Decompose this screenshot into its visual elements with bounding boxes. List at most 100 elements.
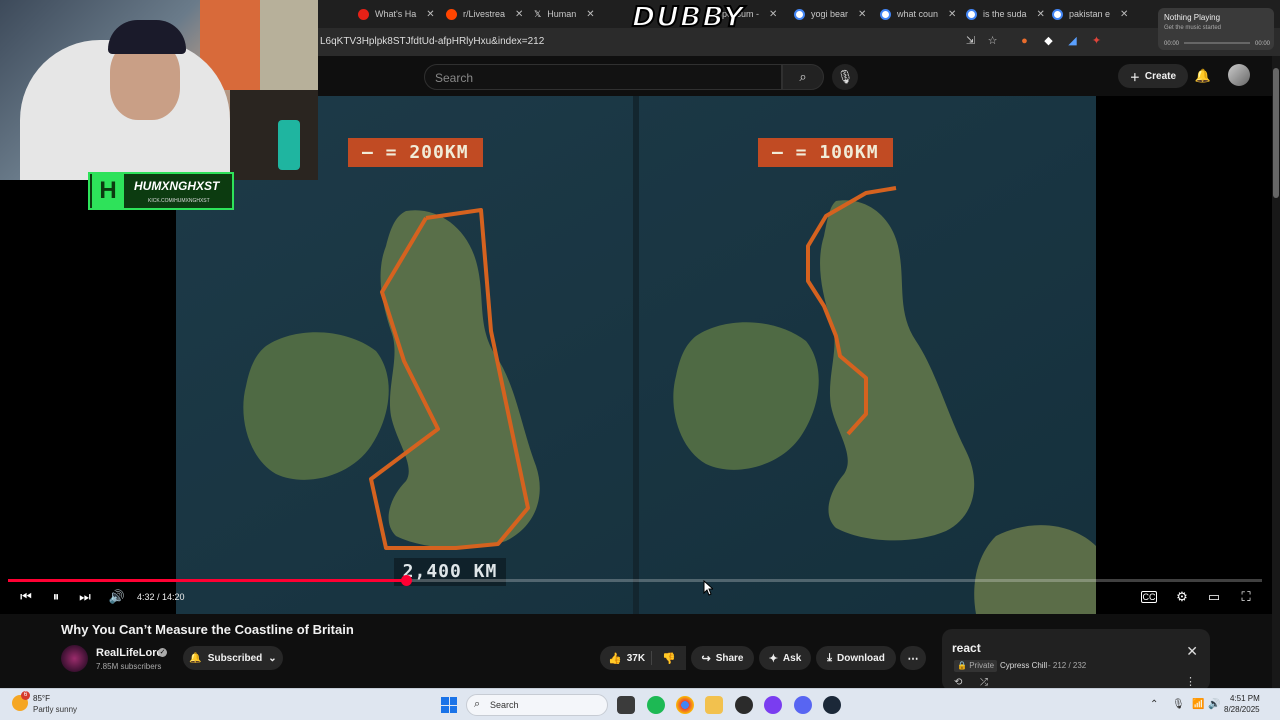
fullscreen-icon[interactable]: ⛶ <box>1237 588 1255 606</box>
scrollbar-thumb[interactable] <box>1273 68 1279 198</box>
windows-taskbar: 6 85°F Partly sunny ⌕ Search ⌃ 🎙 📶 🔊 4:5… <box>0 688 1280 720</box>
wifi-icon[interactable]: 📶 <box>1192 699 1204 710</box>
close-icon[interactable]: ✕ <box>586 9 594 20</box>
browser-tab[interactable]: is the suda ✕ <box>966 4 1050 24</box>
google-icon <box>966 8 977 20</box>
search-input[interactable]: Search <box>424 64 782 90</box>
page-scrollbar[interactable] <box>1272 56 1280 688</box>
captions-icon[interactable]: CC <box>1141 591 1157 603</box>
weather-description[interactable]: Partly sunny <box>33 705 77 714</box>
sparkle-icon: ✦ <box>768 652 778 665</box>
file-explorer-icon[interactable] <box>705 696 723 714</box>
ask-label: Ask <box>782 652 802 664</box>
browser-tab[interactable]: yogi bear ✕ <box>794 4 876 24</box>
playlist-title[interactable]: react <box>952 641 981 655</box>
task-view-icon[interactable] <box>617 696 635 714</box>
ask-button[interactable]: ✦ Ask <box>759 646 811 670</box>
chrome-icon[interactable] <box>676 696 694 714</box>
close-icon[interactable]: ✕ <box>1120 9 1128 20</box>
browser-tab[interactable]: what coun ✕ <box>880 4 966 24</box>
clock-time[interactable]: 4:51 PM <box>1230 694 1260 703</box>
dislike-button[interactable]: 👎 <box>652 646 686 670</box>
scrubber-handle[interactable] <box>400 575 412 586</box>
streamer-webcam <box>0 0 318 180</box>
shuffle-icon[interactable]: ⤮ <box>980 677 988 688</box>
close-icon[interactable]: ✕ <box>1037 9 1045 20</box>
extension-icon[interactable]: ◢ <box>1066 35 1079 48</box>
close-icon[interactable]: ✕ <box>1186 643 1198 660</box>
volume-icon[interactable]: 🔊 <box>1208 699 1220 710</box>
media-widget[interactable]: Nothing Playing Get the music started 00… <box>1158 8 1274 50</box>
more-actions-button[interactable]: ⋯ <box>900 646 926 670</box>
share-button[interactable]: ↪ Share <box>691 646 754 670</box>
kick-logo-icon: H <box>92 174 124 208</box>
volume-icon[interactable]: 🔊 <box>108 588 126 606</box>
url-text[interactable]: L6qKTV3Hplpk8STJfdtUd-afpHRlyHxu&index=2… <box>320 36 544 47</box>
close-icon[interactable]: ✕ <box>948 9 956 20</box>
close-icon[interactable]: ✕ <box>769 9 777 20</box>
pause-icon[interactable]: ⏸ <box>47 588 65 606</box>
address-bar[interactable]: L6qKTV3Hplpk8STJfdtUd-afpHRlyHxu&index=2… <box>318 28 1280 56</box>
browser-tab-bar: What's Ha ✕ r/Livestrea ✕ 𝕏 Human ✕ poss… <box>318 0 1280 28</box>
steam-icon[interactable] <box>823 696 841 714</box>
progress-fill <box>8 579 406 582</box>
close-icon[interactable]: ✕ <box>515 9 523 20</box>
search-icon: ⌕ <box>799 69 807 84</box>
channel-avatar[interactable] <box>61 645 88 672</box>
create-button[interactable]: ＋ Create <box>1118 64 1188 88</box>
privacy-badge: 🔒 Private <box>954 660 998 672</box>
progress-bar[interactable] <box>8 575 1262 586</box>
bookmark-star-icon[interactable]: ☆ <box>986 35 999 48</box>
browser-tab[interactable]: r/Livestrea ✕ <box>446 4 532 24</box>
theater-mode-icon[interactable]: ▭ <box>1205 588 1223 606</box>
microphone-icon[interactable]: 🎙 <box>1172 699 1185 710</box>
account-avatar[interactable] <box>1228 64 1250 86</box>
media-progress-bar[interactable] <box>1184 42 1250 44</box>
channel-name[interactable]: RealLifeLore <box>96 647 163 659</box>
tab-label: what coun <box>897 9 939 19</box>
browser-tab[interactable]: What's Ha ✕ <box>358 4 438 24</box>
taskbar-search-label: Search <box>490 700 519 710</box>
tab-label: Human <box>547 9 577 19</box>
more-vertical-icon[interactable]: ⋮ <box>1185 675 1196 688</box>
playlist-owner[interactable]: Cypress Chill <box>1000 661 1047 670</box>
tray-chevron-up-icon[interactable]: ⌃ <box>1150 699 1158 710</box>
app-icon[interactable] <box>764 696 782 714</box>
extension-icon[interactable]: ✦ <box>1090 35 1103 48</box>
notifications-bell-icon[interactable]: 🔔 <box>1193 66 1213 86</box>
voice-search-button[interactable]: 🎙 <box>832 64 858 90</box>
obs-icon[interactable] <box>735 696 753 714</box>
privacy-label: Private <box>969 661 995 670</box>
browser-tab[interactable]: pakistan e ✕ <box>1052 4 1142 24</box>
streamer-name: HUMXNGHXST <box>134 179 220 193</box>
settings-gear-icon[interactable]: ⚙ <box>1173 588 1191 606</box>
subscribed-button[interactable]: 🔔 Subscribed ⌄ <box>183 646 283 670</box>
tab-label: pakistan e <box>1069 9 1111 19</box>
search-button[interactable]: ⌕ <box>782 64 824 90</box>
clock-date[interactable]: 8/28/2025 <box>1224 705 1260 714</box>
extension-icon[interactable]: ● <box>1018 35 1031 48</box>
weather-temperature[interactable]: 85°F <box>33 694 50 703</box>
windows-start-icon[interactable] <box>441 697 457 713</box>
extension-icon[interactable]: ◆ <box>1042 35 1055 48</box>
tab-label: is the suda <box>983 9 1027 19</box>
browser-tab[interactable]: 𝕏 Human ✕ <box>534 4 614 24</box>
spotify-icon[interactable] <box>647 696 665 714</box>
microphone-icon: 🎙 <box>836 69 854 84</box>
chevron-down-icon: ⌄ <box>268 652 277 664</box>
subscribed-label: Subscribed <box>207 652 263 664</box>
close-icon[interactable]: ✕ <box>858 9 866 20</box>
google-icon <box>794 8 805 20</box>
playlist-panel[interactable]: react 🔒 Private Cypress Chill - 212 / 23… <box>942 629 1210 691</box>
streamer-url: KICK.COM/HUMXNGHXST <box>148 198 210 204</box>
discord-icon[interactable] <box>794 696 812 714</box>
streamer-logo-badge: H HUMXNGHXST KICK.COM/HUMXNGHXST <box>88 172 234 210</box>
close-icon[interactable]: ✕ <box>426 9 434 20</box>
install-icon[interactable]: ⇲ <box>964 35 977 48</box>
download-button[interactable]: ⤓ Download <box>816 646 896 670</box>
next-icon[interactable]: ⏭ <box>76 588 94 606</box>
loop-icon[interactable]: ⟲ <box>954 677 962 688</box>
taskbar-search[interactable]: ⌕ Search <box>466 694 608 716</box>
previous-icon[interactable]: ⏮ <box>17 588 35 606</box>
youtube-icon <box>358 8 369 20</box>
